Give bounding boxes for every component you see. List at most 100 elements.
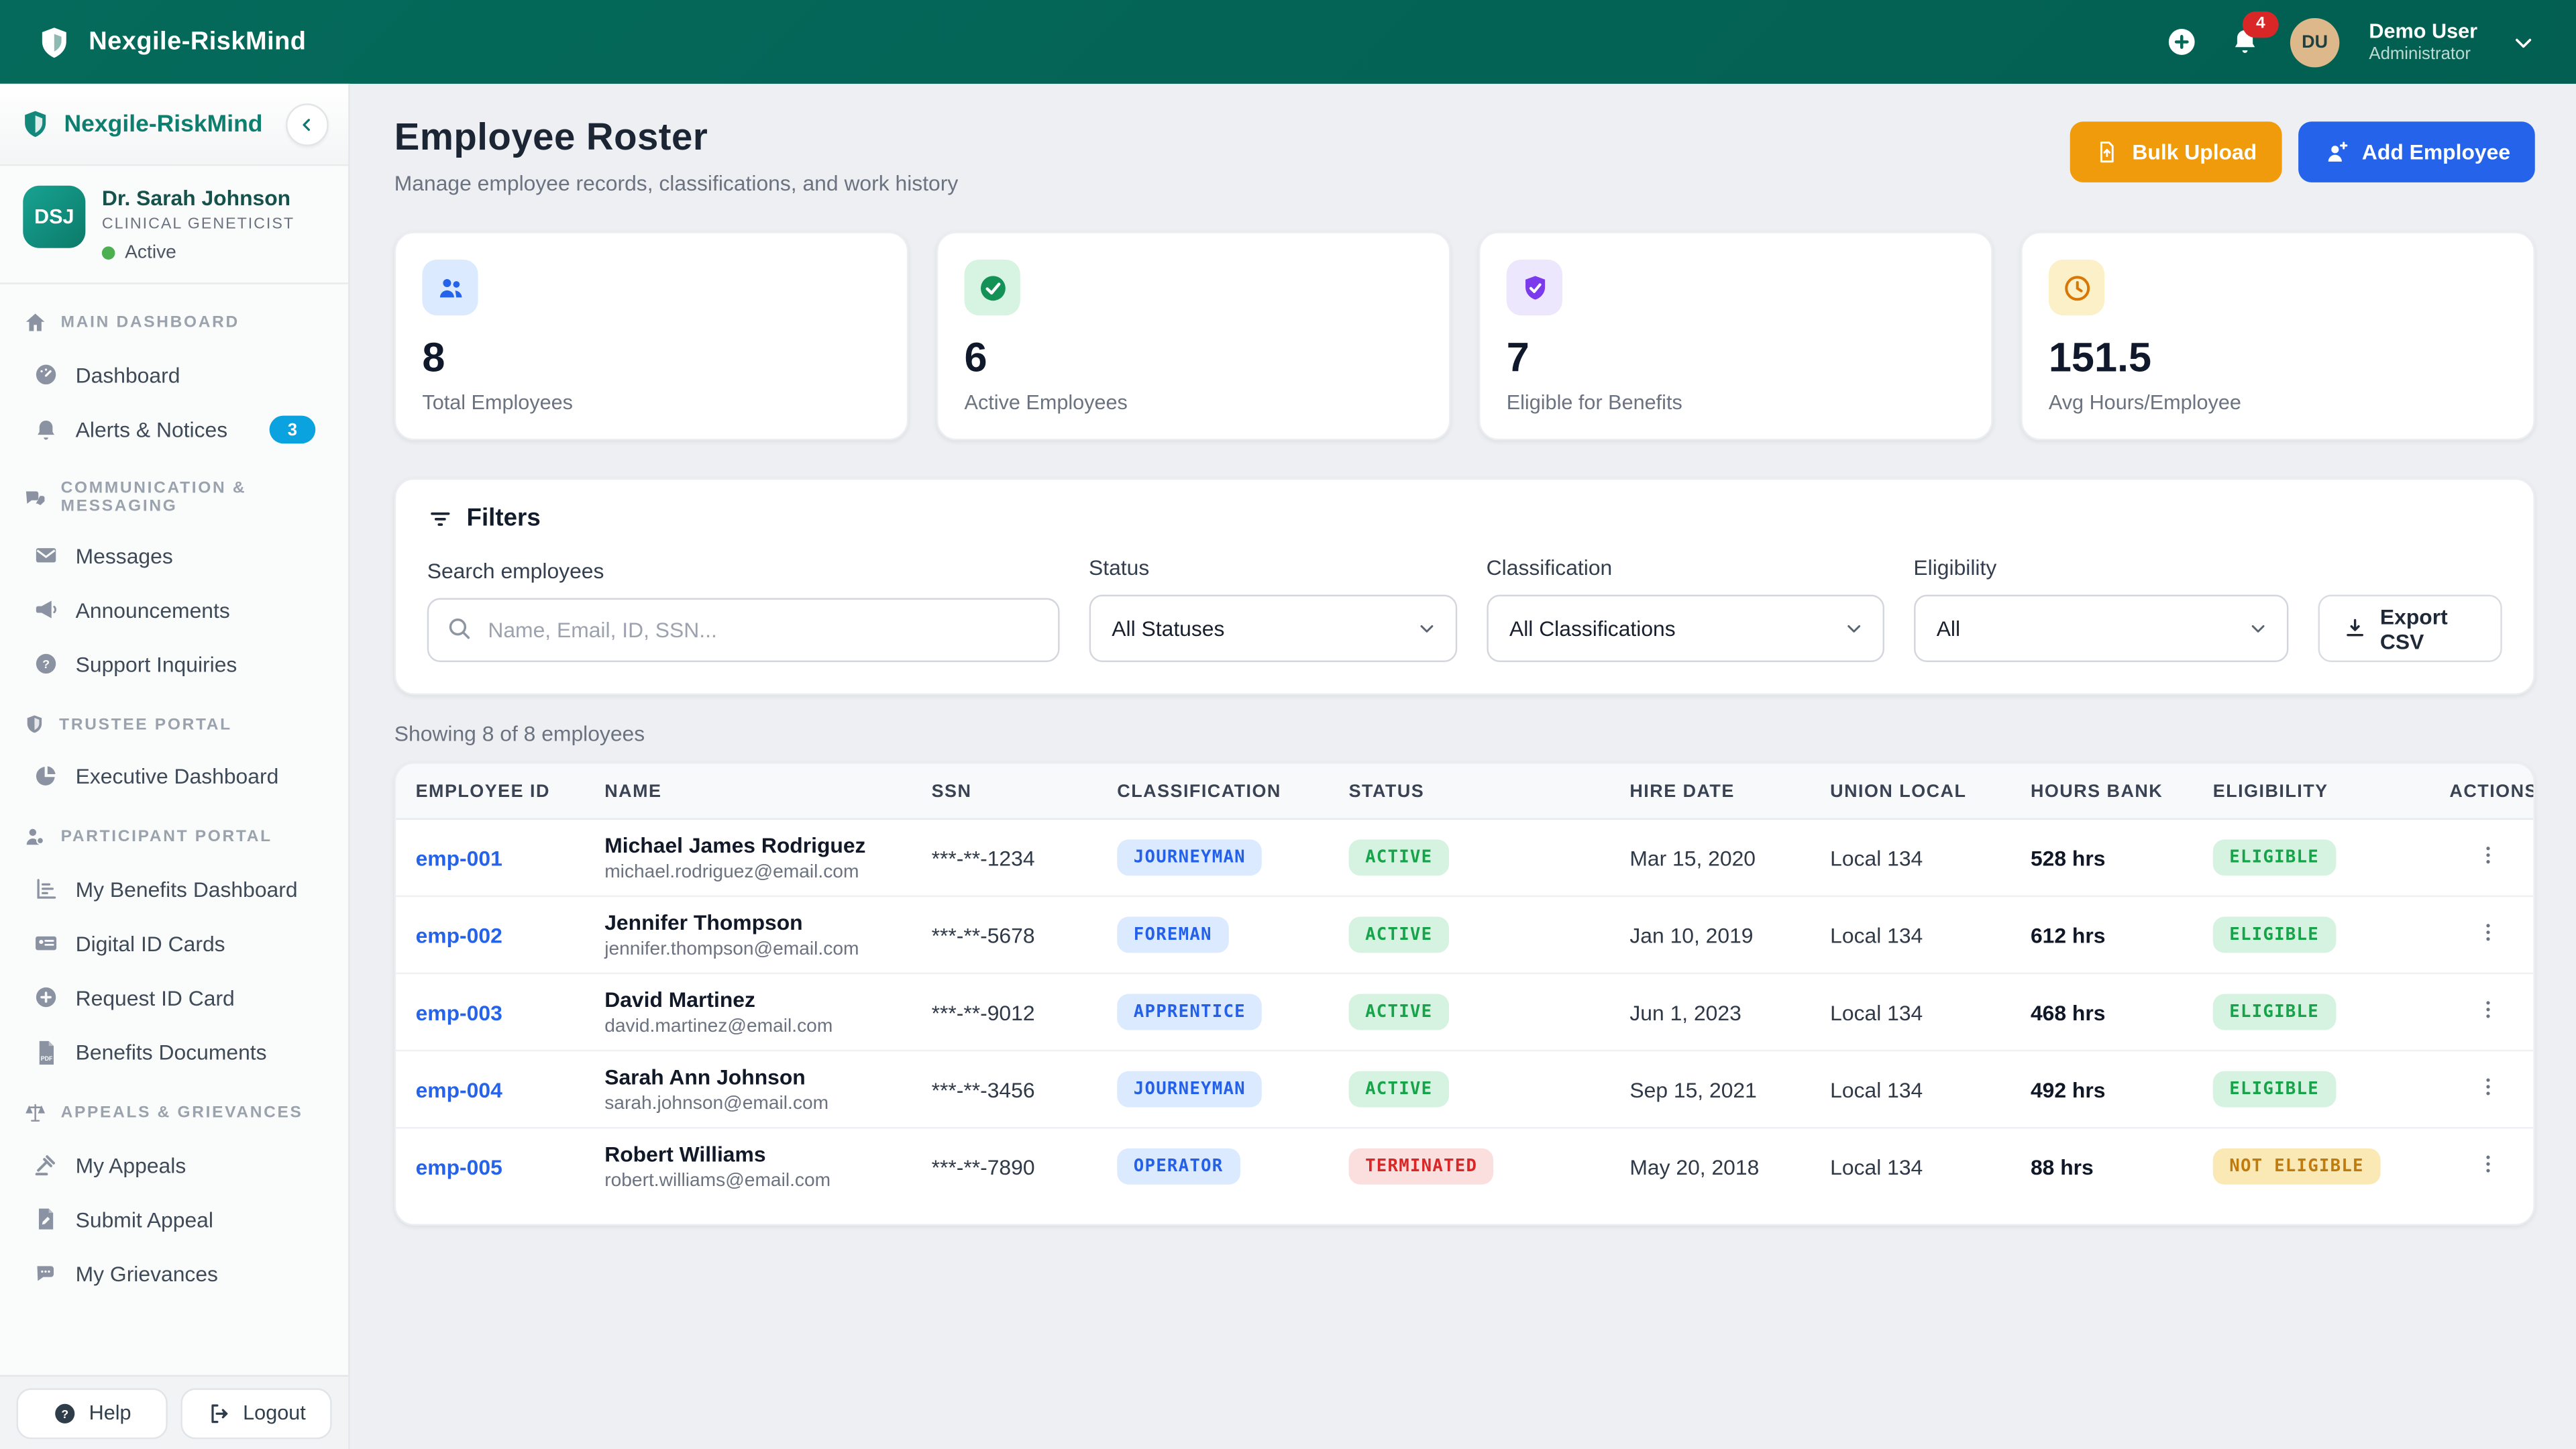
filters-panel: Filters Search employees Status All Stat…	[394, 478, 2535, 695]
app-title: Nexgile-RiskMind	[89, 27, 306, 56]
status-select[interactable]: All Statuses	[1089, 595, 1457, 662]
sidebar-item-messages[interactable]: Messages	[19, 529, 328, 582]
hours-bank: 612 hrs	[2011, 922, 2194, 947]
bar-list-icon	[33, 875, 59, 902]
employee-id-link[interactable]: emp-003	[396, 1000, 585, 1024]
id-card-icon	[33, 930, 59, 956]
sidebar-item-benefits-documents[interactable]: PDF Benefits Documents	[19, 1025, 328, 1077]
employee-ssn: ***-**-1234	[912, 845, 1097, 870]
quick-add-button[interactable]	[2165, 25, 2198, 58]
classification-select[interactable]: All Classifications	[1487, 595, 1884, 662]
logout-icon	[207, 1401, 231, 1426]
avatar[interactable]: DU	[2290, 17, 2339, 66]
user-role: Administrator	[2369, 44, 2477, 64]
row-actions-button[interactable]	[2430, 1075, 2533, 1104]
gavel-icon	[33, 1152, 59, 1178]
sidebar-item-announcements[interactable]: Announcements	[19, 583, 328, 635]
shield-logo-icon	[36, 24, 72, 60]
stat-label: Avg Hours/Employee	[2049, 391, 2507, 414]
employee-name: Jennifer Thompson	[604, 910, 892, 935]
col-eligibility: ELIGIBILITY	[2193, 781, 2430, 800]
employee-id-link[interactable]: emp-001	[396, 845, 585, 870]
sidebar-item-my-appeals[interactable]: My Appeals	[19, 1138, 328, 1191]
eligibility-badge: ELIGIBLE	[2213, 1071, 2336, 1108]
sidebar-user-card: DSJ Dr. Sarah Johnson CLINICAL GENETICIS…	[0, 166, 348, 284]
stat-value: 8	[422, 335, 880, 383]
logout-button[interactable]: Logout	[180, 1387, 331, 1438]
status-badge: TERMINATED	[1349, 1148, 1494, 1185]
sidebar-item-request-id-card[interactable]: Request ID Card	[19, 971, 328, 1023]
document-pen-icon	[33, 1206, 59, 1232]
export-csv-button[interactable]: Export CSV	[2318, 595, 2502, 662]
file-upload-icon	[2094, 140, 2119, 164]
col-employee-id: EMPLOYEE ID	[396, 781, 585, 800]
eligibility-badge: NOT ELIGIBLE	[2213, 1148, 2380, 1185]
help-button[interactable]: ? Help	[16, 1387, 167, 1438]
employee-email: robert.williams@email.com	[604, 1171, 892, 1191]
help-circle-icon: ?	[53, 1401, 78, 1426]
stat-value: 151.5	[2049, 335, 2507, 383]
union-local: Local 134	[1811, 845, 2011, 870]
status-badge: ACTIVE	[1349, 839, 1449, 875]
sidebar-item-alerts[interactable]: Alerts & Notices 3	[19, 402, 328, 457]
row-actions-button[interactable]	[2430, 998, 2533, 1027]
bulk-upload-button[interactable]: Bulk Upload	[2070, 121, 2282, 182]
sidebar-item-benefits-dashboard[interactable]: My Benefits Dashboard	[19, 863, 328, 915]
user-menu[interactable]: Demo User Administrator	[2369, 20, 2477, 64]
table-row: emp-004 Sarah Ann Johnsonsarah.johnson@e…	[396, 1051, 2533, 1128]
classification-badge: JOURNEYMAN	[1117, 1071, 1262, 1108]
topbar-brand: Nexgile-RiskMind	[36, 24, 307, 60]
employee-id-link[interactable]: emp-002	[396, 922, 585, 947]
svg-text:?: ?	[42, 657, 50, 671]
classification-badge: OPERATOR	[1117, 1148, 1240, 1185]
people-icon	[422, 260, 478, 315]
employee-name: Sarah Ann Johnson	[604, 1065, 892, 1089]
sidebar-item-support[interactable]: ? Support Inquiries	[19, 637, 328, 690]
employee-ssn: ***-**-5678	[912, 922, 1097, 947]
employee-id-link[interactable]: emp-005	[396, 1154, 585, 1179]
sidebar-footer: ? Help Logout	[0, 1375, 348, 1449]
add-employee-button[interactable]: Add Employee	[2298, 121, 2534, 182]
classification-label: Classification	[1487, 555, 1884, 580]
notifications-button[interactable]: 4	[2228, 25, 2261, 58]
row-actions-button[interactable]	[2430, 843, 2533, 872]
shield-icon	[23, 713, 46, 736]
row-actions-button[interactable]	[2430, 920, 2533, 949]
status-badge: ACTIVE	[1349, 994, 1449, 1030]
employee-id-link[interactable]: emp-004	[396, 1077, 585, 1102]
search-input[interactable]	[427, 598, 1059, 662]
chevron-down-icon[interactable]	[2507, 25, 2540, 58]
stat-value: 7	[1507, 335, 1965, 383]
chevron-down-icon	[1843, 618, 1864, 639]
section-trustee-portal: TRUSTEE PORTAL	[23, 713, 325, 736]
hours-bank: 528 hrs	[2011, 845, 2194, 870]
sidebar: Nexgile-RiskMind DSJ Dr. Sarah Johnson C…	[0, 84, 350, 1449]
mail-icon	[33, 542, 59, 568]
sidebar-item-dashboard[interactable]: Dashboard	[19, 348, 328, 400]
alerts-count-badge: 3	[270, 416, 316, 444]
hours-bank: 468 hrs	[2011, 1000, 2194, 1024]
sidebar-item-executive-dashboard[interactable]: Executive Dashboard	[19, 749, 328, 802]
sidebar-nav: MAIN DASHBOARD Dashboard Alerts & Notice…	[0, 284, 348, 1375]
row-actions-button[interactable]	[2430, 1152, 2533, 1181]
sidebar-item-submit-appeal[interactable]: Submit Appeal	[19, 1193, 328, 1245]
status-badge: ACTIVE	[1349, 917, 1449, 953]
hire-date: Sep 15, 2021	[1610, 1077, 1811, 1102]
search-label: Search employees	[427, 559, 1059, 584]
home-icon	[23, 311, 48, 335]
filter-icon	[427, 505, 453, 531]
sidebar-user-status: Active	[125, 243, 176, 262]
sidebar-user-name: Dr. Sarah Johnson	[102, 186, 294, 211]
pdf-file-icon: PDF	[33, 1038, 59, 1065]
sidebar-item-my-grievances[interactable]: My Grievances	[19, 1247, 328, 1299]
eligibility-select[interactable]: All	[1913, 595, 2288, 662]
filters-title: Filters	[467, 504, 541, 533]
sidebar-item-digital-id-cards[interactable]: Digital ID Cards	[19, 917, 328, 969]
svg-text:PDF: PDF	[41, 1055, 53, 1062]
col-actions: ACTIONS	[2430, 781, 2535, 800]
eligibility-badge: ELIGIBLE	[2213, 994, 2336, 1030]
person-add-icon	[2322, 139, 2349, 165]
gauge-icon	[33, 362, 59, 388]
col-hours-bank: HOURS BANK	[2011, 781, 2194, 800]
sidebar-collapse-button[interactable]	[286, 103, 329, 146]
